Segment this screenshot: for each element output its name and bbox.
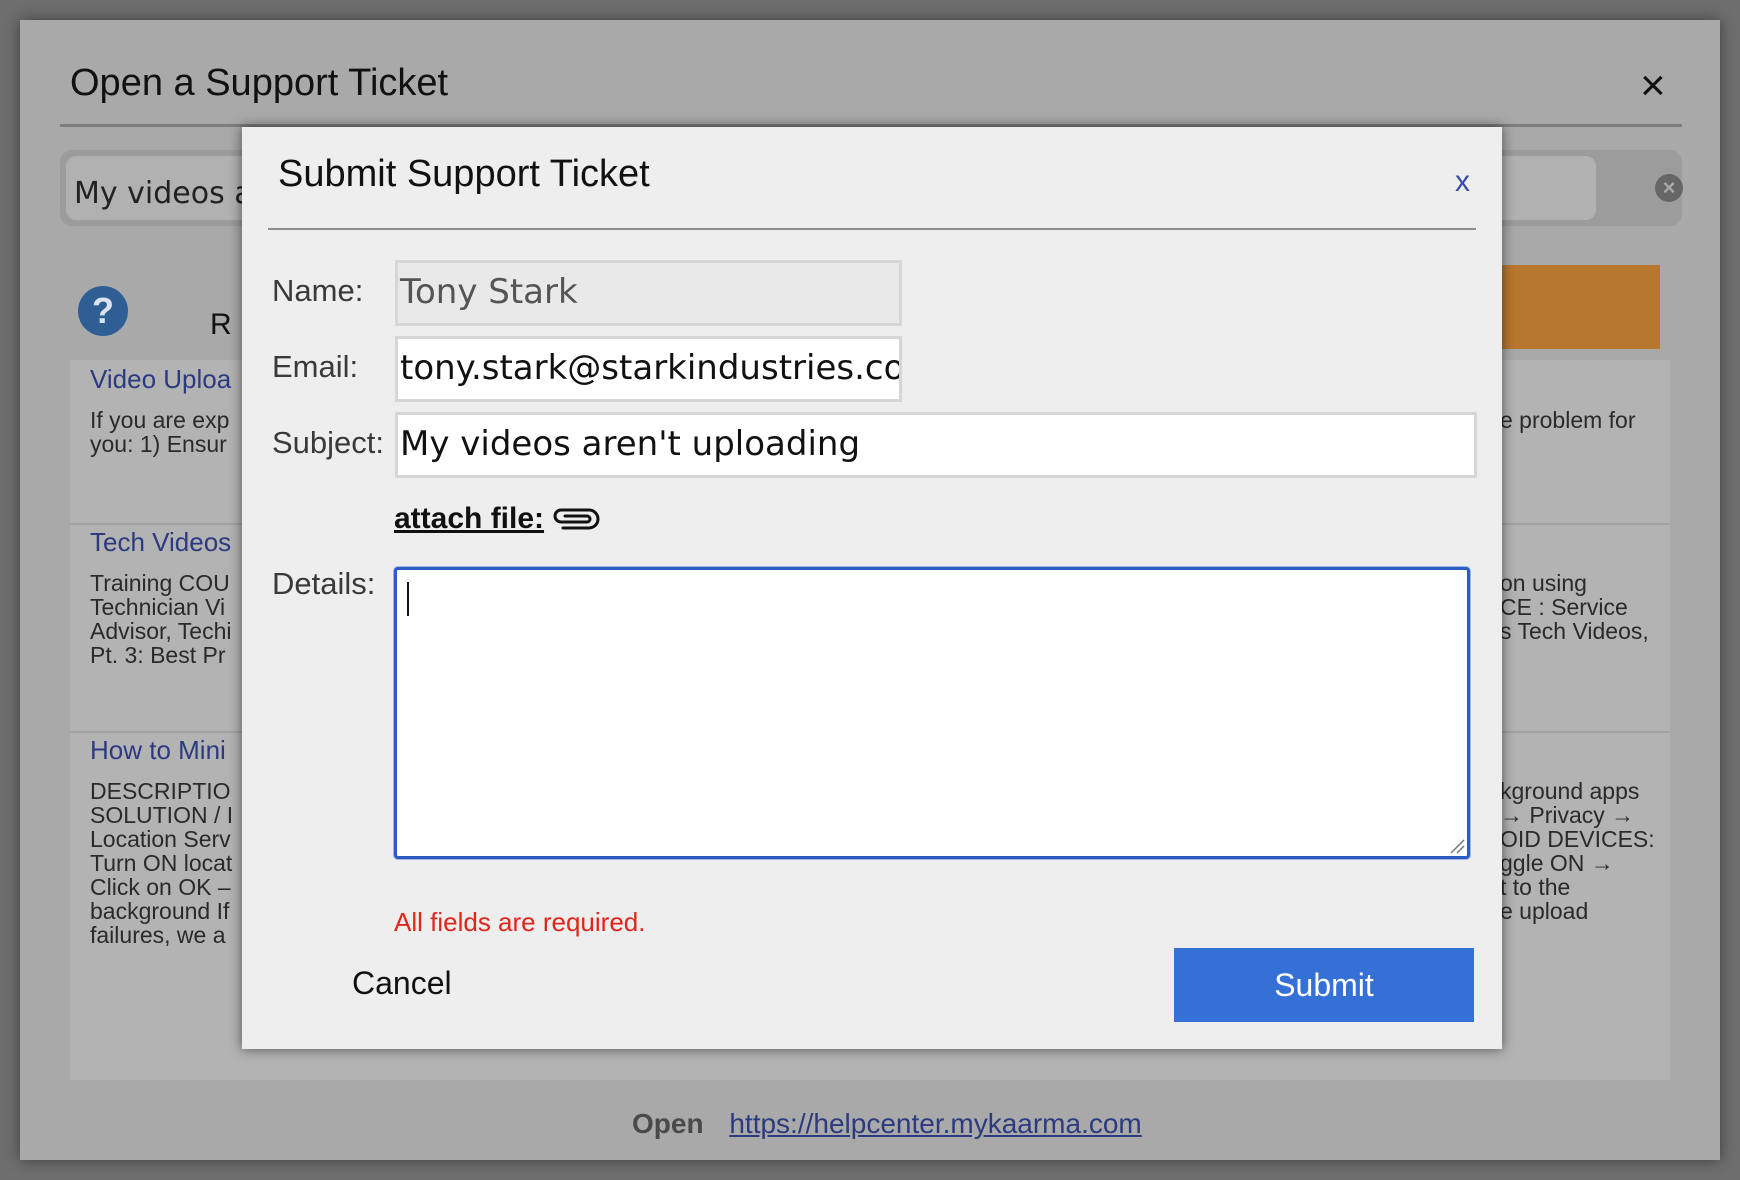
cancel-button[interactable]: Cancel <box>352 965 452 1002</box>
open-ticket-button[interactable] <box>1500 265 1660 349</box>
support-window-close-icon[interactable]: × <box>1640 64 1666 108</box>
attach-file-link[interactable]: attach file: <box>394 502 544 536</box>
resize-grip-icon[interactable] <box>1449 838 1465 854</box>
name-field[interactable]: Tony Stark <box>395 260 902 326</box>
subject-field[interactable]: My videos aren't uploading <box>395 412 1477 478</box>
article-snippet-right: on using CE : Service s Tech Videos, <box>1500 570 1649 644</box>
dialog-divider <box>268 228 1476 230</box>
text-caret <box>407 582 409 616</box>
help-center-link[interactable]: https://helpcenter.mykaarma.com <box>729 1108 1141 1139</box>
subject-label: Subject: <box>272 425 385 460</box>
article-title[interactable]: Video Uploa <box>90 364 231 395</box>
article-snippet: If you are exp you: 1) Ensur <box>90 407 230 457</box>
validation-error: All fields are required. <box>394 907 646 937</box>
dialog-title: Submit Support Ticket <box>278 153 650 195</box>
clear-icon[interactable]: × <box>1655 174 1683 202</box>
dialog-close-button[interactable]: x <box>1455 165 1470 199</box>
details-textarea[interactable] <box>394 567 1470 859</box>
article-snippet-right: kground apps → Privacy → OID DEVICES: gg… <box>1500 778 1655 924</box>
results-label: R <box>210 308 232 341</box>
search-input-value: My videos ar <box>74 176 266 211</box>
submit-ticket-dialog: Submit Support Ticket x Name: Tony Stark… <box>242 127 1502 1049</box>
email-label: Email: <box>272 349 359 384</box>
footer-open-label: Open <box>632 1108 704 1139</box>
article-title[interactable]: Tech Videos <box>90 527 231 558</box>
footer: Open https://helpcenter.mykaarma.com <box>632 1108 1142 1140</box>
article-snippet: Training COU Technician Vi Advisor, Tech… <box>90 570 232 668</box>
submit-button[interactable]: Submit <box>1174 948 1474 1022</box>
article-snippet-right: e problem for <box>1500 407 1636 433</box>
article-title[interactable]: How to Mini <box>90 735 226 766</box>
article-snippet: DESCRIPTIO SOLUTION / I Location Serv Tu… <box>90 778 234 948</box>
name-label: Name: <box>272 273 364 308</box>
support-window-title: Open a Support Ticket <box>70 62 449 104</box>
paperclip-icon[interactable] <box>549 504 601 534</box>
question-icon[interactable]: ? <box>78 286 128 336</box>
details-label: Details: <box>272 566 376 601</box>
email-field[interactable]: tony.stark@starkindustries.com <box>395 336 902 402</box>
